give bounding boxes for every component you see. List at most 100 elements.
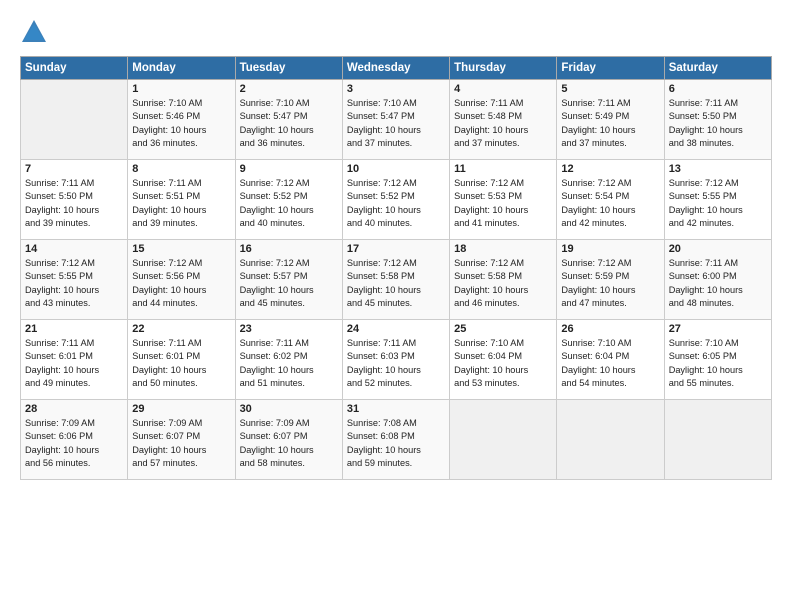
day-header-sunday: Sunday (21, 57, 128, 80)
day-number: 12 (561, 163, 659, 175)
calendar-table: SundayMondayTuesdayWednesdayThursdayFrid… (20, 56, 772, 480)
day-info: Sunrise: 7:11 AM Sunset: 6:01 PM Dayligh… (25, 337, 123, 390)
day-number: 21 (25, 323, 123, 335)
day-info: Sunrise: 7:10 AM Sunset: 6:04 PM Dayligh… (454, 337, 552, 390)
day-info: Sunrise: 7:11 AM Sunset: 5:50 PM Dayligh… (669, 97, 767, 150)
logo-icon (20, 18, 48, 46)
day-cell: 11 Sunrise: 7:12 AM Sunset: 5:53 PM Dayli… (450, 160, 557, 240)
day-number: 18 (454, 243, 552, 255)
day-cell: 22Sunrise: 7:11 AM Sunset: 6:01 PM Dayli… (128, 320, 235, 400)
week-row-2: 7 Sunrise: 7:11 AM Sunset: 5:50 PM Daylig… (21, 160, 772, 240)
day-cell: 26 Sunrise: 7:10 AM Sunset: 6:04 PM Dayli… (557, 320, 664, 400)
day-info: Sunrise: 7:12 AM Sunset: 5:52 PM Dayligh… (347, 177, 445, 230)
day-cell: 20 Sunrise: 7:11 AM Sunset: 6:00 PM Dayli… (664, 240, 771, 320)
day-number: 19 (561, 243, 659, 255)
week-row-4: 21 Sunrise: 7:11 AM Sunset: 6:01 PM Dayli… (21, 320, 772, 400)
day-number: 10 (347, 163, 445, 175)
day-number: 11 (454, 163, 552, 175)
day-number: 7 (25, 163, 123, 175)
day-cell: 1 Sunrise: 7:10 AM Sunset: 5:46 PM Daylig… (128, 80, 235, 160)
day-cell: 21 Sunrise: 7:11 AM Sunset: 6:01 PM Dayli… (21, 320, 128, 400)
day-cell (21, 80, 128, 160)
day-cell: 8Sunrise: 7:11 AM Sunset: 5:51 PM Daylig… (128, 160, 235, 240)
day-cell: 7 Sunrise: 7:11 AM Sunset: 5:50 PM Daylig… (21, 160, 128, 240)
header (20, 18, 772, 46)
day-info: Sunrise: 7:12 AM Sunset: 5:58 PM Dayligh… (454, 257, 552, 310)
day-info: Sunrise: 7:12 AM Sunset: 5:59 PM Dayligh… (561, 257, 659, 310)
day-cell (664, 400, 771, 480)
day-number: 6 (669, 83, 767, 95)
day-number: 29 (132, 403, 230, 415)
day-info: Sunrise: 7:09 AM Sunset: 6:06 PM Dayligh… (25, 417, 123, 470)
day-info: Sunrise: 7:11 AM Sunset: 6:00 PM Dayligh… (669, 257, 767, 310)
day-info: Sunrise: 7:10 AM Sunset: 5:47 PM Dayligh… (240, 97, 338, 150)
week-row-3: 14Sunrise: 7:12 AM Sunset: 5:55 PM Dayli… (21, 240, 772, 320)
day-info: Sunrise: 7:12 AM Sunset: 5:58 PM Dayligh… (347, 257, 445, 310)
day-number: 1 (132, 83, 230, 95)
day-cell: 14Sunrise: 7:12 AM Sunset: 5:55 PM Dayli… (21, 240, 128, 320)
day-cell: 31 Sunrise: 7:08 AM Sunset: 6:08 PM Dayli… (342, 400, 449, 480)
day-info: Sunrise: 7:08 AM Sunset: 6:08 PM Dayligh… (347, 417, 445, 470)
day-info: Sunrise: 7:10 AM Sunset: 6:05 PM Dayligh… (669, 337, 767, 390)
day-number: 20 (669, 243, 767, 255)
day-header-friday: Friday (557, 57, 664, 80)
day-info: Sunrise: 7:09 AM Sunset: 6:07 PM Dayligh… (132, 417, 230, 470)
day-number: 13 (669, 163, 767, 175)
day-cell: 16 Sunrise: 7:12 AM Sunset: 5:57 PM Dayli… (235, 240, 342, 320)
day-cell: 5Sunrise: 7:11 AM Sunset: 5:49 PM Daylig… (557, 80, 664, 160)
page: SundayMondayTuesdayWednesdayThursdayFrid… (0, 0, 792, 612)
day-header-monday: Monday (128, 57, 235, 80)
day-number: 4 (454, 83, 552, 95)
day-info: Sunrise: 7:11 AM Sunset: 5:50 PM Dayligh… (25, 177, 123, 230)
day-cell: 27 Sunrise: 7:10 AM Sunset: 6:05 PM Dayli… (664, 320, 771, 400)
day-cell (557, 400, 664, 480)
day-number: 25 (454, 323, 552, 335)
day-header-thursday: Thursday (450, 57, 557, 80)
day-number: 24 (347, 323, 445, 335)
day-info: Sunrise: 7:11 AM Sunset: 6:02 PM Dayligh… (240, 337, 338, 390)
day-info: Sunrise: 7:12 AM Sunset: 5:53 PM Dayligh… (454, 177, 552, 230)
day-cell (450, 400, 557, 480)
day-info: Sunrise: 7:12 AM Sunset: 5:54 PM Dayligh… (561, 177, 659, 230)
day-info: Sunrise: 7:12 AM Sunset: 5:55 PM Dayligh… (669, 177, 767, 230)
day-number: 28 (25, 403, 123, 415)
day-cell: 3 Sunrise: 7:10 AM Sunset: 5:47 PM Daylig… (342, 80, 449, 160)
day-cell: 10 Sunrise: 7:12 AM Sunset: 5:52 PM Dayli… (342, 160, 449, 240)
day-cell: 6 Sunrise: 7:11 AM Sunset: 5:50 PM Daylig… (664, 80, 771, 160)
day-info: Sunrise: 7:11 AM Sunset: 6:03 PM Dayligh… (347, 337, 445, 390)
day-cell: 19 Sunrise: 7:12 AM Sunset: 5:59 PM Dayli… (557, 240, 664, 320)
day-number: 2 (240, 83, 338, 95)
day-number: 8 (132, 163, 230, 175)
day-header-saturday: Saturday (664, 57, 771, 80)
day-number: 9 (240, 163, 338, 175)
day-cell: 2 Sunrise: 7:10 AM Sunset: 5:47 PM Daylig… (235, 80, 342, 160)
day-number: 26 (561, 323, 659, 335)
day-number: 3 (347, 83, 445, 95)
day-number: 27 (669, 323, 767, 335)
day-info: Sunrise: 7:10 AM Sunset: 5:47 PM Dayligh… (347, 97, 445, 150)
day-cell: 15Sunrise: 7:12 AM Sunset: 5:56 PM Dayli… (128, 240, 235, 320)
day-cell: 13 Sunrise: 7:12 AM Sunset: 5:55 PM Dayli… (664, 160, 771, 240)
day-info: Sunrise: 7:10 AM Sunset: 5:46 PM Dayligh… (132, 97, 230, 150)
day-cell: 23Sunrise: 7:11 AM Sunset: 6:02 PM Dayli… (235, 320, 342, 400)
day-cell: 9 Sunrise: 7:12 AM Sunset: 5:52 PM Daylig… (235, 160, 342, 240)
day-number: 30 (240, 403, 338, 415)
day-number: 31 (347, 403, 445, 415)
logo (20, 18, 52, 46)
day-number: 22 (132, 323, 230, 335)
header-row: SundayMondayTuesdayWednesdayThursdayFrid… (21, 57, 772, 80)
day-info: Sunrise: 7:12 AM Sunset: 5:57 PM Dayligh… (240, 257, 338, 310)
day-cell: 30Sunrise: 7:09 AM Sunset: 6:07 PM Dayli… (235, 400, 342, 480)
day-number: 16 (240, 243, 338, 255)
day-cell: 17Sunrise: 7:12 AM Sunset: 5:58 PM Dayli… (342, 240, 449, 320)
day-info: Sunrise: 7:12 AM Sunset: 5:56 PM Dayligh… (132, 257, 230, 310)
day-cell: 25 Sunrise: 7:10 AM Sunset: 6:04 PM Dayli… (450, 320, 557, 400)
day-info: Sunrise: 7:10 AM Sunset: 6:04 PM Dayligh… (561, 337, 659, 390)
day-number: 14 (25, 243, 123, 255)
day-cell: 12 Sunrise: 7:12 AM Sunset: 5:54 PM Dayli… (557, 160, 664, 240)
week-row-1: 1 Sunrise: 7:10 AM Sunset: 5:46 PM Daylig… (21, 80, 772, 160)
day-info: Sunrise: 7:11 AM Sunset: 5:49 PM Dayligh… (561, 97, 659, 150)
day-cell: 29 Sunrise: 7:09 AM Sunset: 6:07 PM Dayli… (128, 400, 235, 480)
day-info: Sunrise: 7:12 AM Sunset: 5:52 PM Dayligh… (240, 177, 338, 230)
week-row-5: 28 Sunrise: 7:09 AM Sunset: 6:06 PM Dayli… (21, 400, 772, 480)
